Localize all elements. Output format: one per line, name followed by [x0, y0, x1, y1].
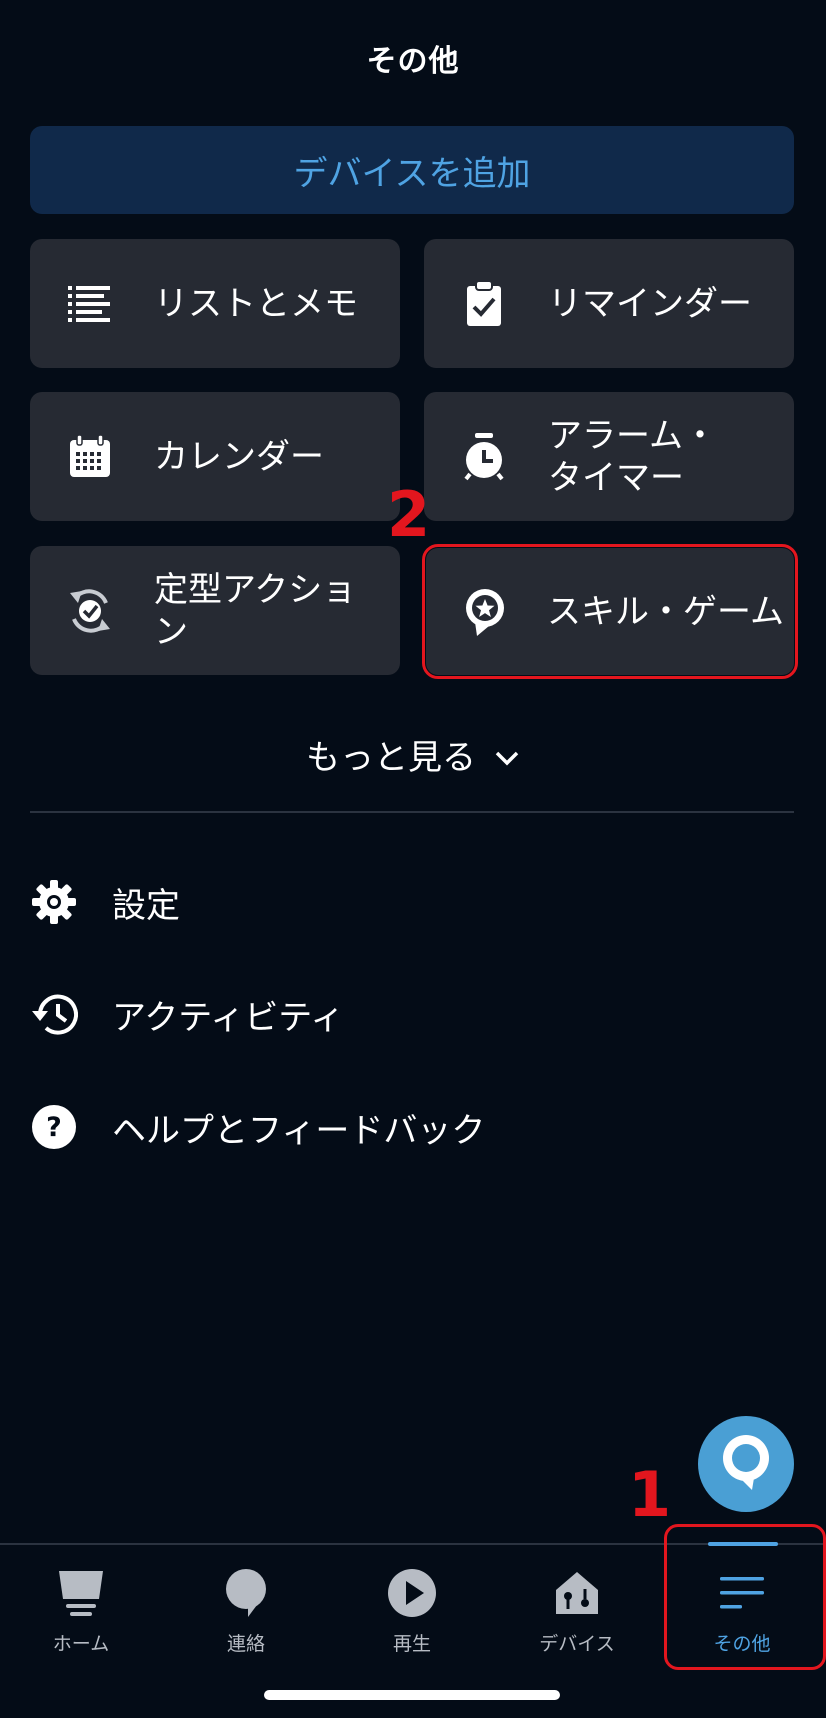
list-icon [60, 274, 120, 334]
tab-label: 連絡 [226, 1633, 265, 1655]
alexa-voice-button[interactable] [698, 1416, 794, 1512]
divider [30, 811, 794, 813]
routine-icon [60, 581, 120, 641]
history-icon [30, 990, 78, 1038]
chevron-down-icon [494, 735, 520, 775]
add-device-label: デバイスを追加 [293, 153, 531, 194]
tile-routines[interactable]: 定型アクショ ン [30, 546, 400, 675]
menu-item-label: アクティビティ [112, 997, 345, 1038]
tile-lists-notes[interactable]: リストとメモ [30, 239, 400, 368]
tab-play[interactable]: 再生 [337, 1559, 487, 1669]
annotation-step-1: 1 [628, 1458, 672, 1531]
tile-label: 定型アクショ ン [154, 569, 357, 652]
skills-star-icon [456, 582, 513, 642]
tile-label: カレンダー [154, 436, 324, 477]
menu-item-label: 設定 [112, 885, 180, 926]
tab-label: ホーム [52, 1633, 110, 1655]
home-icon [53, 1565, 109, 1621]
menu-item-label: ヘルプとフィードバック [112, 1110, 486, 1151]
add-device-button[interactable]: デバイスを追加 [30, 126, 794, 214]
alexa-icon [720, 1434, 772, 1494]
alarm-clock-icon [454, 427, 514, 487]
home-indicator [264, 1690, 560, 1700]
tile-label: スキル・ゲーム [547, 591, 784, 632]
chat-bubble-icon [218, 1565, 274, 1621]
tile-label: リマインダー [548, 283, 752, 324]
tab-label: デバイス [539, 1633, 615, 1655]
annotation-step-2: 2 [387, 478, 431, 551]
menu-item-settings[interactable]: 設定 [30, 867, 790, 937]
annotation-highlight-more-tab [664, 1524, 826, 1670]
gear-icon [30, 878, 78, 926]
page-title: その他 [366, 44, 460, 79]
tile-alarms-timers[interactable]: アラーム・ タイマー [424, 392, 794, 521]
tab-home[interactable]: ホーム [6, 1559, 156, 1669]
calendar-icon [60, 427, 120, 487]
tab-label: 再生 [392, 1633, 431, 1655]
tile-label: リストとメモ [154, 283, 358, 324]
help-icon: ? [30, 1103, 78, 1151]
tab-devices[interactable]: デバイス [502, 1559, 652, 1669]
see-more-button[interactable]: もっと見る [0, 730, 826, 779]
devices-house-icon [549, 1565, 605, 1621]
tile-calendar[interactable]: カレンダー [30, 392, 400, 521]
menu-item-activity[interactable]: アクティビティ [30, 979, 790, 1049]
tile-skills-games[interactable]: スキル・ゲーム [422, 544, 798, 679]
play-icon [384, 1565, 440, 1621]
tile-label: アラーム・ タイマー [548, 415, 717, 498]
tab-communicate[interactable]: 連絡 [171, 1559, 321, 1669]
menu-item-help-feedback[interactable]: ? ヘルプとフィードバック [30, 1092, 790, 1162]
reminder-clipboard-icon [454, 274, 514, 334]
see-more-label: もっと見る [306, 738, 476, 778]
tile-reminders[interactable]: リマインダー [424, 239, 794, 368]
svg-text:?: ? [46, 1112, 62, 1143]
